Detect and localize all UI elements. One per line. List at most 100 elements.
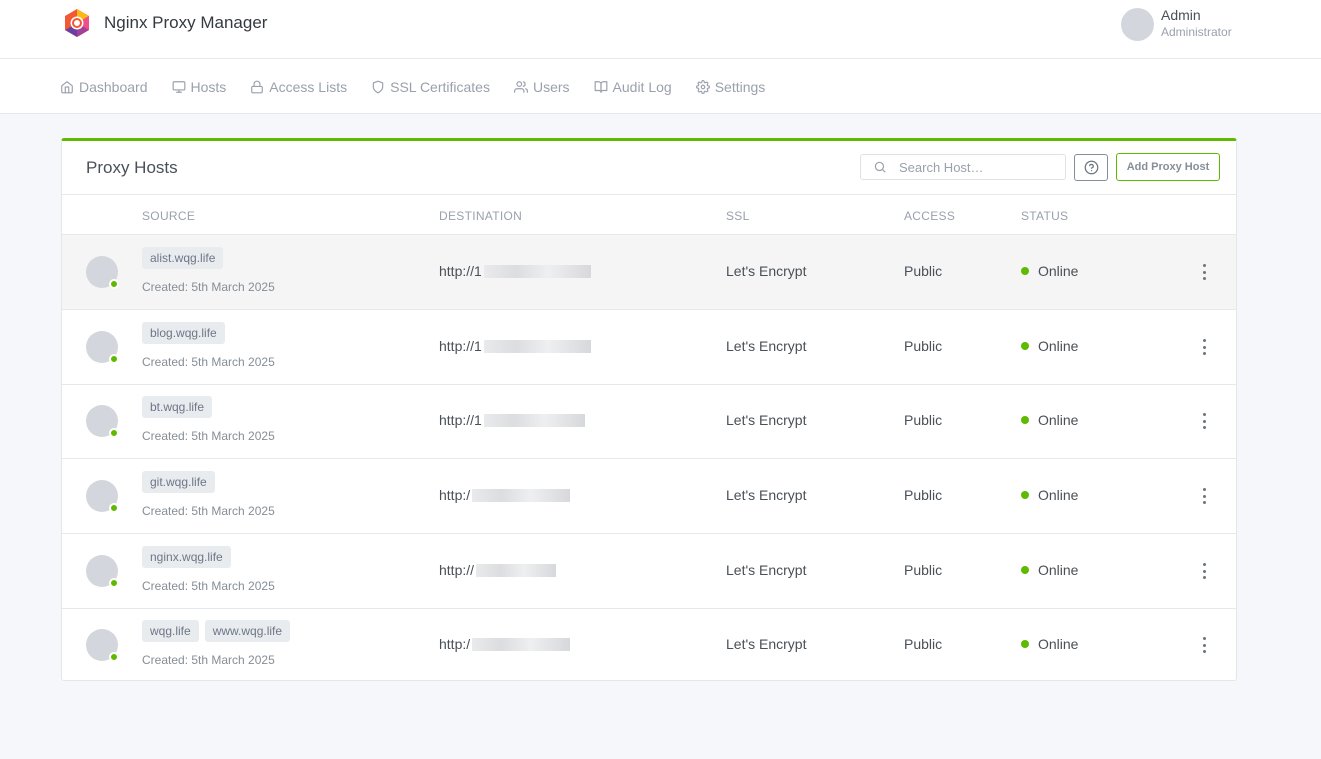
nav-settings[interactable]: Settings: [695, 79, 765, 95]
created-date: Created: 5th March 2025: [142, 504, 275, 518]
help-button[interactable]: [1074, 154, 1108, 181]
destination: http://1: [439, 263, 591, 279]
destination-text: http://1: [439, 263, 482, 279]
domain-tag[interactable]: www.wqg.life: [204, 620, 291, 642]
online-indicator: [109, 652, 119, 662]
more-vertical-icon[interactable]: [1198, 637, 1210, 653]
more-vertical-icon[interactable]: [1198, 563, 1210, 579]
redacted-blur: [483, 413, 585, 427]
nav-dashboard-label: Dashboard: [79, 78, 148, 95]
table-row[interactable]: nginx.wqg.life Created: 5th March 2025 h…: [62, 534, 1236, 609]
ssl-provider: Let's Encrypt: [726, 562, 807, 578]
nav-access-lists[interactable]: Access Lists: [250, 79, 347, 95]
status-dot: [1021, 566, 1029, 574]
status: Online: [1021, 263, 1078, 279]
domain-tag[interactable]: bt.wqg.life: [142, 396, 213, 418]
access-level: Public: [904, 562, 943, 578]
destination: http://: [439, 562, 557, 578]
add-proxy-host-button[interactable]: Add Proxy Host: [1116, 153, 1220, 181]
domain-tag[interactable]: alist.wqg.life: [142, 247, 224, 269]
column-destination[interactable]: DESTINATION: [439, 209, 522, 223]
table-row[interactable]: git.wqg.life Created: 5th March 2025 htt…: [62, 459, 1236, 534]
nav-hosts-label: Hosts: [190, 78, 227, 95]
nav-dashboard[interactable]: Dashboard: [60, 79, 148, 95]
created-date: Created: 5th March 2025: [142, 429, 275, 443]
gear-icon: [695, 79, 710, 94]
domain-tag[interactable]: blog.wqg.life: [142, 322, 225, 344]
monitor-icon: [172, 80, 185, 93]
column-source[interactable]: SOURCE: [142, 209, 195, 223]
card-header: Proxy Hosts Add Proxy Host: [62, 141, 1236, 195]
table-row[interactable]: blog.wqg.life Created: 5th March 2025 ht…: [62, 310, 1236, 385]
user-avatar[interactable]: [1121, 8, 1154, 41]
access-level: Public: [904, 338, 943, 354]
column-access[interactable]: ACCESS: [904, 209, 955, 223]
app-title: Nginx Proxy Manager: [104, 13, 268, 32]
nav-access-lists-label: Access Lists: [269, 78, 348, 95]
access-level: Public: [904, 636, 943, 652]
column-ssl[interactable]: SSL: [726, 209, 750, 223]
more-vertical-icon[interactable]: [1198, 264, 1210, 280]
destination: http://1: [439, 338, 591, 354]
status-dot: [1021, 267, 1029, 275]
search-box[interactable]: [860, 154, 1066, 180]
online-indicator: [109, 354, 119, 364]
table-row[interactable]: alist.wqg.life Created: 5th March 2025 h…: [62, 235, 1236, 310]
home-icon: [61, 80, 73, 93]
status-dot: [1021, 640, 1029, 648]
more-vertical-icon[interactable]: [1198, 339, 1210, 355]
main-nav: Dashboard Hosts Access Lists SSL Certifi…: [0, 59, 1321, 114]
status-text: Online: [1038, 562, 1079, 578]
status: Online: [1021, 562, 1078, 578]
top-header: Nginx Proxy Manager Admin Administrator: [0, 0, 1321, 59]
search-icon: [874, 161, 886, 173]
domain-tag[interactable]: nginx.wqg.life: [142, 546, 231, 568]
redacted-blur: [483, 264, 591, 278]
redacted-blur: [476, 563, 557, 577]
status-dot: [1021, 491, 1029, 499]
ssl-provider: Let's Encrypt: [726, 412, 807, 428]
nav-users-label: Users: [532, 78, 570, 95]
card-title: Proxy Hosts: [86, 158, 178, 177]
destination-text: http://: [439, 562, 475, 578]
created-date: Created: 5th March 2025: [142, 280, 275, 294]
more-vertical-icon[interactable]: [1198, 488, 1210, 504]
search-input[interactable]: [899, 158, 1059, 176]
nav-users[interactable]: Users: [513, 78, 570, 95]
ssl-provider: Let's Encrypt: [726, 338, 807, 354]
domain-tag[interactable]: git.wqg.life: [142, 471, 215, 493]
access-level: Public: [904, 263, 943, 279]
table-row[interactable]: bt.wqg.life Created: 5th March 2025 http…: [62, 384, 1236, 459]
status-text: Online: [1038, 412, 1079, 428]
online-indicator: [109, 503, 119, 513]
created-date: Created: 5th March 2025: [142, 579, 275, 593]
redacted-blur: [483, 339, 591, 353]
user-menu[interactable]: Admin Administrator: [1121, 6, 1232, 41]
shield-icon: [372, 80, 384, 93]
user-role: Administrator: [1161, 25, 1232, 39]
brand[interactable]: Nginx Proxy Manager: [62, 8, 267, 38]
nav-audit-log[interactable]: Audit Log: [594, 79, 672, 95]
destination: http:/: [439, 636, 571, 652]
help-circle-icon: [1084, 160, 1098, 175]
status-dot: [1021, 416, 1029, 424]
access-level: Public: [904, 412, 943, 428]
book-icon: [594, 80, 607, 93]
status-text: Online: [1038, 487, 1079, 503]
destination-text: http://1: [439, 338, 482, 354]
more-vertical-icon[interactable]: [1198, 413, 1210, 429]
online-indicator: [109, 428, 119, 438]
redacted-blur: [472, 488, 571, 502]
online-indicator: [109, 578, 119, 588]
status: Online: [1021, 636, 1078, 652]
redacted-blur: [472, 637, 571, 651]
column-status[interactable]: STATUS: [1021, 209, 1068, 223]
domain-tag[interactable]: wqg.life: [142, 620, 199, 642]
ssl-provider: Let's Encrypt: [726, 636, 807, 652]
nav-ssl-certificates[interactable]: SSL Certificates: [371, 79, 490, 95]
online-indicator: [109, 279, 119, 289]
nav-hosts[interactable]: Hosts: [172, 78, 227, 95]
table-row[interactable]: wqg.life www.wqg.life Created: 5th March…: [62, 608, 1236, 683]
user-name: Admin: [1161, 7, 1201, 23]
status-dot: [1021, 342, 1029, 350]
